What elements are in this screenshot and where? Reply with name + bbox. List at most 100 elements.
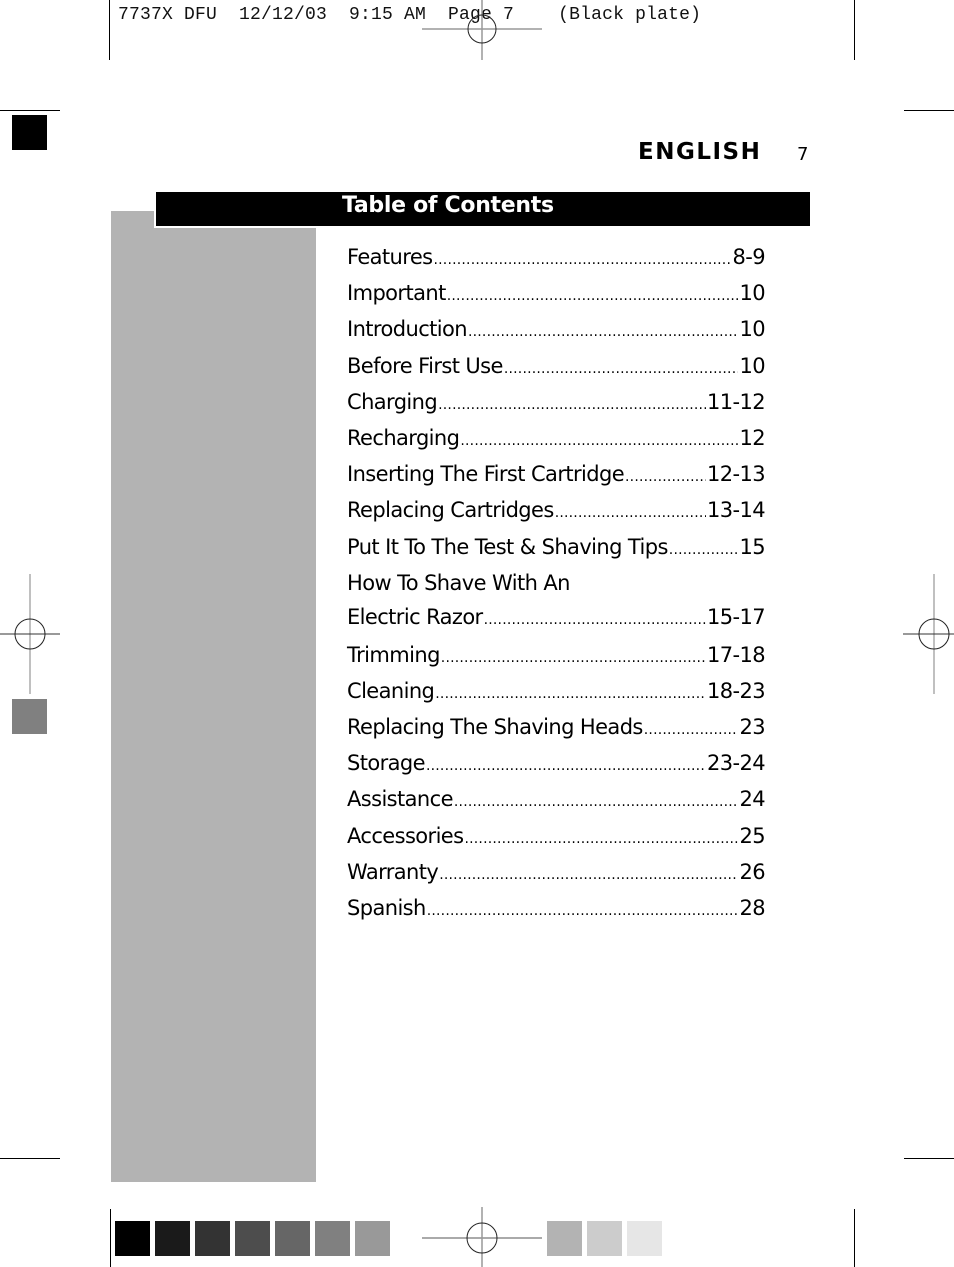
toc-entry-label: Storage <box>347 751 426 776</box>
toc-entry-page: 25 <box>739 823 765 848</box>
toc-entry-label: Put It To The Test & Shaving Tips <box>347 534 668 559</box>
toc-entry-page: 12-13 <box>706 462 766 487</box>
grayscale-swatch <box>115 1221 150 1256</box>
toc-entry-page: 23 <box>739 715 765 740</box>
toc-entry[interactable]: Accessories 25 <box>347 819 766 856</box>
registration-target-top-icon <box>422 0 542 60</box>
grayscale-swatch <box>275 1221 310 1256</box>
crop-mark <box>904 1158 954 1159</box>
crop-mark <box>854 1209 855 1267</box>
toc-entry-label-line2: Electric Razor <box>347 604 483 629</box>
grayscale-swatch <box>155 1221 190 1256</box>
toc-entry-label: Inserting The First Cartridge <box>347 462 625 487</box>
grayscale-swatch <box>355 1221 390 1256</box>
toc-leader-dots <box>625 460 706 494</box>
registration-target-right-icon <box>903 574 954 694</box>
grayscale-swatch <box>627 1221 662 1256</box>
toc-leader-dots <box>438 388 706 422</box>
toc-leader-dots <box>669 533 739 567</box>
toc-entry-label: Warranty <box>347 859 439 884</box>
toc-leader-dots <box>504 352 739 386</box>
toc-leader-dots <box>441 641 706 675</box>
toc-entry[interactable]: Spanish 28 <box>347 891 766 927</box>
toc-entry[interactable]: Put It To The Test & Shaving Tips 15 <box>347 530 766 567</box>
crop-mark <box>854 0 855 60</box>
toc-entry-page: 12 <box>739 425 765 450</box>
toc-entry[interactable]: Inserting The First Cartridge 12-13 <box>347 457 766 494</box>
toc-entry-page: 24 <box>739 787 765 812</box>
toc-entry[interactable]: Assistance 24 <box>347 782 766 819</box>
toc-entry-label: Cleaning <box>347 678 435 703</box>
crop-mark <box>904 110 954 111</box>
toc-leader-dots <box>435 677 706 711</box>
toc-entry-page: 23-24 <box>706 751 766 776</box>
toc-entry-label: Accessories <box>347 823 464 848</box>
toc-entry-label: Introduction <box>347 317 468 342</box>
toc-leader-dots <box>454 785 739 819</box>
toc-entry[interactable]: Charging 11-12 <box>347 385 766 422</box>
toc-entry-page: 10 <box>739 281 765 306</box>
toc-leader-dots <box>464 822 738 856</box>
sidebar-block <box>111 211 316 1182</box>
toc-leader-dots <box>484 603 706 637</box>
grayscale-swatch <box>195 1221 230 1256</box>
table-of-contents: Features 8-9 Important 10 Introduction 1… <box>347 240 766 927</box>
grayscale-swatch <box>587 1221 622 1256</box>
toc-title: Table of Contents <box>342 193 554 218</box>
toc-leader-dots <box>426 749 706 783</box>
toc-leader-dots <box>434 243 732 277</box>
toc-entry-page: 26 <box>739 859 765 884</box>
page-number: 7 <box>797 144 809 165</box>
print-slug: 7737X DFU 12/12/03 9:15 AM Page 7 (Black… <box>118 5 702 25</box>
color-bar-square-gray <box>12 699 47 734</box>
color-bar-square-black <box>12 115 47 150</box>
crop-mark <box>0 1158 60 1159</box>
toc-leader-dots <box>447 279 739 313</box>
grayscale-swatch <box>547 1221 582 1256</box>
crop-mark <box>109 0 110 60</box>
toc-entry[interactable]: How To Shave With An Electric Razor 15-1… <box>347 566 766 638</box>
language-heading: ENGLISH <box>638 139 762 165</box>
toc-entry-page: 8-9 <box>732 245 766 269</box>
registration-target-left-icon <box>0 574 60 694</box>
toc-entry[interactable]: Before First Use 10 <box>347 349 766 386</box>
toc-entry[interactable]: Storage 23-24 <box>347 746 766 783</box>
toc-entry[interactable]: Cleaning 18-23 <box>347 674 766 711</box>
toc-entry[interactable]: Introduction 10 <box>347 312 766 349</box>
toc-leader-dots <box>439 858 738 892</box>
toc-entry-page: 11-12 <box>706 389 766 414</box>
toc-entry[interactable]: Features 8-9 <box>347 240 766 277</box>
toc-entry-label: Recharging <box>347 425 460 450</box>
toc-entry-label: Important <box>347 281 446 306</box>
toc-entry-label: Before First Use <box>347 353 503 378</box>
toc-entry[interactable]: Replacing Cartridges 13-14 <box>347 493 766 530</box>
toc-entry-label: Replacing The Shaving Heads <box>347 715 643 740</box>
toc-entry[interactable]: Recharging 12 <box>347 421 766 457</box>
toc-entry-label: Features <box>347 245 433 269</box>
toc-entry[interactable]: Warranty 26 <box>347 855 766 892</box>
toc-leader-dots <box>555 496 706 530</box>
toc-entry[interactable]: Important 10 <box>347 276 766 313</box>
toc-entry-page: 15 <box>739 534 765 559</box>
crop-mark <box>0 110 60 111</box>
toc-title-bar: Table of Contents <box>156 192 810 226</box>
toc-entry-page: 13-14 <box>706 498 766 523</box>
toc-entry-label: Spanish <box>347 896 426 920</box>
toc-entry-page: 18-23 <box>706 678 766 703</box>
toc-leader-dots <box>468 315 738 349</box>
toc-entry-label: Charging <box>347 389 438 414</box>
toc-entry[interactable]: Replacing The Shaving Heads 23 <box>347 710 766 747</box>
toc-entry-label: Assistance <box>347 787 454 812</box>
crop-mark <box>110 1209 111 1267</box>
toc-entry-page: 17-18 <box>706 642 766 667</box>
grayscale-swatch <box>235 1221 270 1256</box>
toc-entry-page: 10 <box>739 317 765 342</box>
toc-entry-label: Replacing Cartridges <box>347 498 554 523</box>
toc-entry[interactable]: Trimming 17-18 <box>347 638 766 675</box>
toc-leader-dots <box>644 713 739 747</box>
toc-entry-label: How To Shave With An <box>347 570 570 595</box>
grayscale-swatch <box>315 1221 350 1256</box>
toc-entry-page: 10 <box>739 353 765 378</box>
toc-entry-page: 28 <box>739 896 765 920</box>
toc-entry-label: Trimming <box>347 642 440 667</box>
